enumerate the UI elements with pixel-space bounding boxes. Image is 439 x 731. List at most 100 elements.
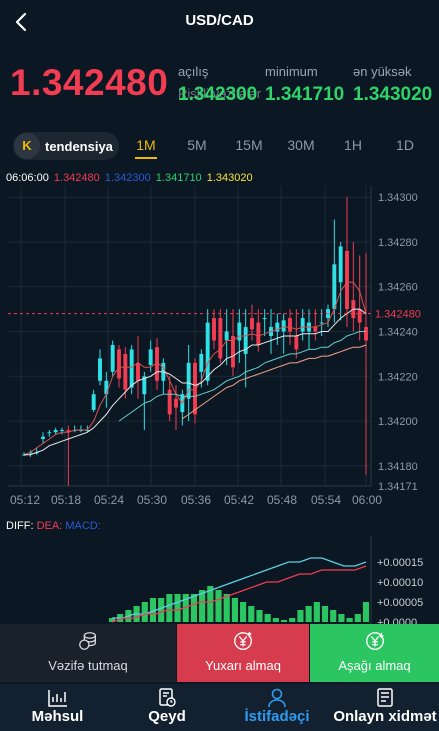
- buy-down-button[interactable]: Aşağı almaq: [310, 624, 439, 682]
- y-tick-label: 1.34260: [378, 282, 418, 294]
- tab-user-label: İstifadəçi: [244, 708, 310, 725]
- macd-chart: +0.00015 +0.00010 +0.00005 +0.0000: [108, 536, 423, 624]
- candle-body: [212, 318, 216, 341]
- candle-body: [104, 380, 109, 395]
- tab-user[interactable]: İstifadəçi: [228, 684, 326, 731]
- take-position-button[interactable]: Vəzifə tutmaq: [0, 624, 176, 682]
- macd-histogram-bar: [190, 594, 198, 622]
- candle-body: [174, 398, 178, 408]
- y-tick-label: 1.34200: [378, 416, 418, 428]
- legend-high: 1.343020: [206, 172, 253, 184]
- macd-histogram-bar: [256, 610, 263, 622]
- macd-macd-label: MACD:: [65, 520, 101, 532]
- candle-body: [250, 318, 254, 330]
- price-summary: 1.342480 Riskli vəzifələr açılış 1.34230…: [0, 52, 439, 112]
- candle-body: [319, 322, 324, 324]
- macd-histogram-bar: [223, 594, 230, 622]
- tab-record-label: Qeyd: [148, 708, 186, 725]
- tab-record[interactable]: Qeyd: [122, 684, 212, 731]
- y-tick-label: 1.34220: [378, 371, 418, 383]
- candle-body: [123, 353, 128, 390]
- macd-histogram-bar: [166, 594, 173, 622]
- x-tick-label: 05:42: [224, 493, 254, 507]
- tab-30m[interactable]: 30M: [281, 137, 321, 153]
- minimum-value: 1.341710: [265, 84, 345, 105]
- minimum-label: minimum: [265, 64, 318, 79]
- macd-histogram-bar: [199, 590, 206, 622]
- tab-product[interactable]: Məhsul: [10, 684, 105, 731]
- macd-histogram-bar: [305, 606, 312, 622]
- macd-histogram-bar: [313, 602, 320, 622]
- macd-histogram-bar: [346, 618, 353, 622]
- y-tick-label: 1.34180: [378, 461, 418, 473]
- macd-histogram-bar: [215, 590, 222, 622]
- candle-body: [205, 322, 210, 381]
- tab-1d[interactable]: 1D: [385, 137, 425, 153]
- page-title: USD/CAD: [185, 12, 254, 29]
- trade-actions: Vəzifə tutmaq Yuxarı almaq Aşağı almaq: [0, 624, 439, 684]
- macd-histogram-bar: [321, 606, 329, 622]
- candle-body: [136, 362, 140, 381]
- buy-up-label: Yuxarı almaq: [205, 658, 281, 673]
- legend-time: 06:06:00: [6, 172, 49, 184]
- macd-histogram-bar: [231, 598, 238, 622]
- candle-body: [41, 436, 45, 439]
- tab-1m[interactable]: 1M: [126, 137, 166, 153]
- interval-selector: K tendensiya 1M 5M 15M 30M 1H 1D: [0, 128, 439, 162]
- high-value: 1.343020: [353, 84, 433, 105]
- candle-body: [313, 327, 318, 332]
- current-price: 1.342480: [10, 62, 169, 103]
- candle-body: [117, 349, 121, 379]
- macd-histogram-bar: [280, 620, 288, 622]
- candle-body: [294, 336, 299, 350]
- macd-histogram-bar: [330, 610, 337, 622]
- x-tick-label: 05:48: [267, 493, 297, 507]
- candle-body: [60, 430, 64, 432]
- tab-online-service[interactable]: Onlayn xidmət: [331, 684, 439, 731]
- macd-histogram-bar: [158, 598, 165, 622]
- list-doc-icon: [377, 688, 393, 707]
- tab-1h[interactable]: 1H: [333, 137, 373, 153]
- candle-body: [357, 309, 362, 323]
- candle-body: [224, 331, 229, 341]
- x-tick-label: 05:12: [10, 493, 40, 507]
- candle-body: [218, 318, 223, 359]
- bottom-tab-bar: Məhsul Qeyd İstifadəçi Onlayn xidmət: [0, 684, 439, 731]
- macd-histogram-bar: [141, 602, 148, 622]
- candle-body: [148, 349, 153, 366]
- x-tick-label: 05:30: [137, 493, 167, 507]
- kline-label: tendensiya: [45, 139, 113, 154]
- open-value: 1.342300: [178, 84, 258, 105]
- candle-body: [47, 432, 52, 434]
- kline-toggle[interactable]: K tendensiya: [13, 132, 119, 160]
- active-interval-indicator: [135, 157, 157, 159]
- macd-legend: DIFF: DEA: MACD:: [6, 520, 101, 532]
- x-tick-label: 05:36: [181, 493, 211, 507]
- tab-15m[interactable]: 15M: [229, 137, 269, 153]
- x-tick-label: 05:18: [51, 493, 81, 507]
- candle-body: [281, 320, 286, 332]
- buy-down-label: Aşağı almaq: [338, 658, 411, 673]
- yen-down-icon: [365, 632, 384, 650]
- coins-icon: [79, 632, 96, 650]
- buy-up-button[interactable]: Yuxarı almaq: [177, 624, 309, 682]
- clock-doc-icon: [159, 688, 176, 707]
- macd-histogram-bar: [354, 614, 361, 622]
- macd-tick-label: +0.00005: [377, 597, 423, 609]
- y-tick-label: 1.34300: [378, 192, 418, 204]
- tab-5m[interactable]: 5M: [177, 137, 217, 153]
- chart-icon: [47, 690, 67, 707]
- candle-body: [345, 250, 349, 310]
- candle-body: [53, 430, 58, 433]
- macd-histogram-bar: [338, 614, 345, 622]
- macd-tick-label: +0.00010: [377, 577, 423, 589]
- macd-tick-label: +0.0000: [377, 617, 417, 624]
- candle-body: [332, 264, 337, 310]
- candle-body: [91, 394, 96, 410]
- candlestick-chart[interactable]: 1.34300 1.34280 1.34260 1.34240 1.34220 1.342…: [0, 184, 439, 514]
- macd-histogram-bar: [248, 606, 255, 622]
- candle-body: [262, 318, 267, 320]
- candle-body: [288, 318, 292, 332]
- candle-body: [129, 349, 134, 388]
- macd-histogram-bar: [240, 602, 247, 622]
